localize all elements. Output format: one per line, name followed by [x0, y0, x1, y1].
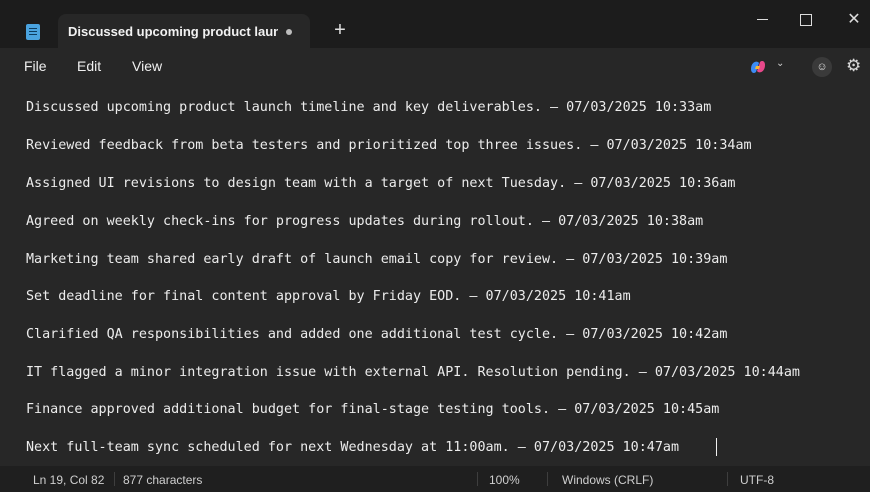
text-line: IT flagged a minor integration issue wit… [26, 365, 800, 380]
maximize-icon [800, 13, 812, 26]
cursor-position[interactable]: Ln 19, Col 82 [33, 473, 104, 487]
chevron-down-icon[interactable]: ⌄ [776, 58, 784, 69]
status-divider [727, 472, 728, 486]
status-divider [547, 472, 548, 486]
gear-icon[interactable]: ⚙ [846, 56, 861, 76]
minimize-button[interactable] [742, 8, 782, 32]
text-line: Finance approved additional budget for f… [26, 402, 720, 417]
menu-file[interactable]: File [24, 58, 47, 74]
text-line: Clarified QA responsibilities and added … [26, 327, 728, 342]
unsaved-indicator-icon [286, 29, 292, 35]
notepad-icon [26, 24, 40, 40]
status-divider [477, 472, 478, 486]
account-icon[interactable]: ☺ [812, 57, 832, 77]
status-divider [114, 472, 115, 486]
text-cursor [716, 438, 717, 456]
menu-view[interactable]: View [132, 58, 162, 74]
text-line: Agreed on weekly check-ins for progress … [26, 214, 704, 229]
text-line: Reviewed feedback from beta testers and … [26, 138, 752, 153]
text-line: Marketing team shared early draft of lau… [26, 252, 728, 267]
title-bar: Discussed upcoming product launc + ✕ [0, 0, 870, 48]
text-line: Next full-team sync scheduled for next W… [26, 440, 680, 455]
zoom-level[interactable]: 100% [489, 473, 520, 487]
document-tab[interactable]: Discussed upcoming product launc [58, 14, 310, 48]
maximize-button[interactable] [786, 8, 826, 32]
new-tab-button[interactable]: + [330, 20, 350, 40]
menu-bar: File Edit View ⌄ ☺ ⚙ [0, 48, 870, 86]
line-ending[interactable]: Windows (CRLF) [562, 473, 653, 487]
close-icon: ✕ [847, 11, 861, 28]
text-line: Assigned UI revisions to design team wit… [26, 176, 736, 191]
copilot-icon[interactable] [748, 57, 768, 77]
menu-edit[interactable]: Edit [77, 58, 101, 74]
text-editor[interactable]: Discussed upcoming product launch timeli… [0, 86, 870, 464]
tab-title: Discussed upcoming product launc [68, 24, 278, 39]
text-line: Set deadline for final content approval … [26, 289, 631, 304]
notepad-window: Discussed upcoming product launc + ✕ Fil… [0, 0, 870, 492]
minimize-icon [756, 19, 768, 21]
text-line: Discussed upcoming product launch timeli… [26, 100, 712, 115]
status-bar: Ln 19, Col 82 877 characters 100% Window… [0, 466, 870, 492]
encoding[interactable]: UTF-8 [740, 473, 774, 487]
character-count: 877 characters [123, 473, 203, 487]
close-button[interactable]: ✕ [834, 8, 870, 32]
